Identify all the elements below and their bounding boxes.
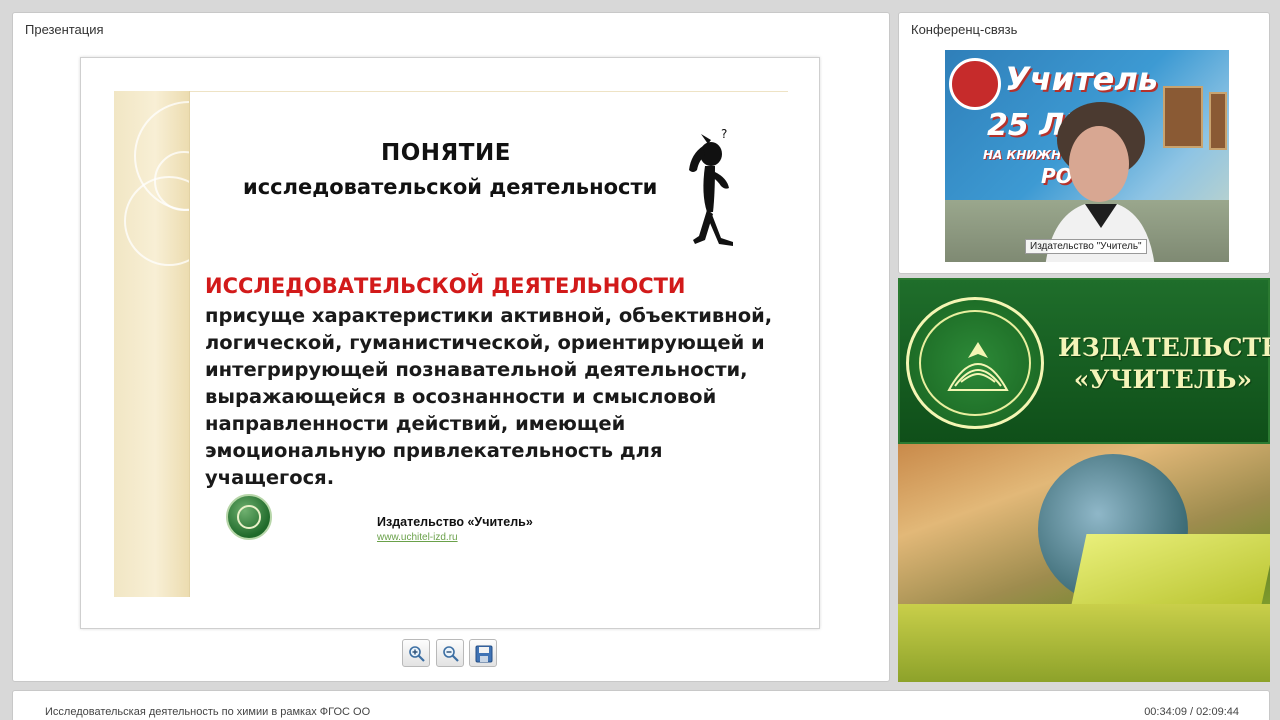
conference-panel-title: Конференц-связь — [911, 22, 1018, 37]
slide-top-line — [190, 91, 788, 92]
video-banner-line1: Учитель — [1005, 60, 1158, 98]
zoom-out-icon — [443, 646, 459, 662]
thinking-figure-icon: ? — [689, 127, 733, 246]
banner-header: ИЗДАТЕЛЬСТВО «УЧИТЕЛЬ» — [898, 278, 1270, 444]
publisher-logo-icon — [226, 494, 272, 540]
footer-bar: Исследовательская деятельность по химии … — [12, 690, 1270, 720]
banner-title-line2: «УЧИТЕЛЬ» — [1073, 365, 1253, 394]
banner-logo-icon — [906, 297, 1044, 429]
save-icon — [475, 645, 493, 663]
webinar-title: Исследовательская деятельность по химии … — [45, 706, 371, 718]
playback-time: 00:34:09 / 02:09:44 — [1144, 706, 1239, 718]
banner-photo-books-globe — [898, 444, 1270, 682]
slide-decorative-strip — [114, 91, 190, 597]
video-caption-label: Издательство "Учитель" — [1025, 239, 1147, 254]
webcam-video[interactable]: Учитель 25 ЛЕТ НА КНИЖНОМ Р РОС Издатель… — [945, 50, 1229, 262]
conference-panel: Конференц-связь Учитель 25 ЛЕТ НА КНИЖНО… — [898, 12, 1270, 274]
video-banner-logo-icon — [949, 58, 1001, 110]
slide-body-text: присуще характеристики активной, объекти… — [205, 304, 773, 489]
slide-publisher-name: Издательство «Учитель» — [377, 515, 533, 529]
presentation-panel: Презентация ПОНЯТИЕ исследовательской де… — [12, 12, 890, 682]
presentation-slide: ПОНЯТИЕ исследовательской деятельности ?… — [80, 57, 820, 629]
zoom-out-button[interactable] — [436, 639, 464, 667]
svg-text:?: ? — [721, 127, 727, 141]
slide-publisher-link[interactable]: www.uchitel-izd.ru — [377, 532, 458, 543]
zoom-in-button[interactable] — [402, 639, 430, 667]
banner-title: ИЗДАТЕЛЬСТВО «УЧИТЕЛЬ» — [1058, 332, 1270, 396]
presentation-panel-title: Презентация — [25, 22, 104, 37]
save-button[interactable] — [469, 639, 497, 667]
slide-highlight-term: ИССЛЕДОВАТЕЛЬСКОЙ ДЕЯТЕЛЬНОСТИ — [205, 274, 686, 298]
publisher-banner: ИЗДАТЕЛЬСТВО «УЧИТЕЛЬ» — [898, 278, 1270, 682]
presenter-person — [1045, 102, 1155, 262]
slide-subheading: исследовательской деятельности — [243, 175, 658, 199]
zoom-in-icon — [409, 646, 425, 662]
banner-title-line1: ИЗДАТЕЛЬСТВО — [1058, 333, 1270, 362]
slide-heading: ПОНЯТИЕ — [381, 140, 511, 166]
